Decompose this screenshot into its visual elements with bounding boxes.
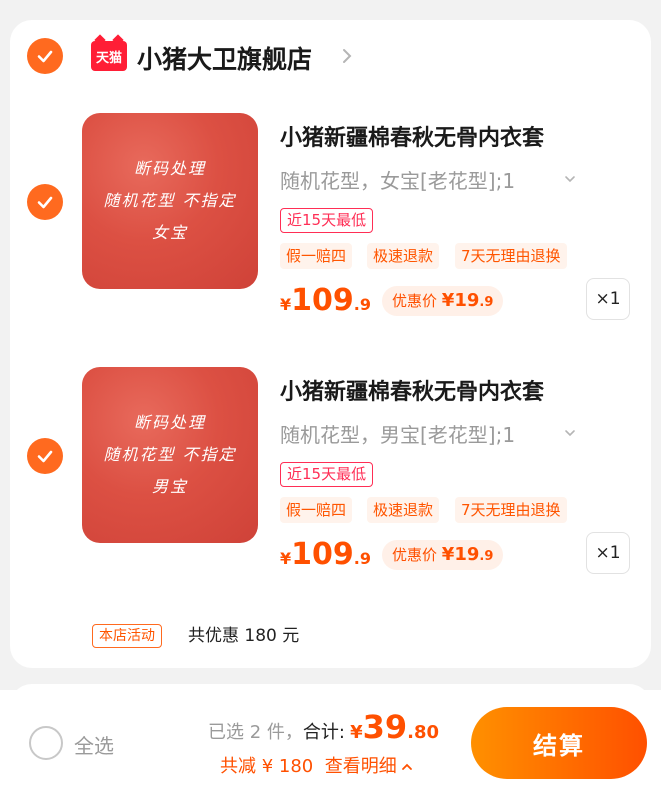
checkout-button[interactable]: 结算 <box>471 707 647 779</box>
service-tag: 假一赔四 <box>280 243 353 269</box>
promo-label: 优惠价 <box>392 546 438 564</box>
service-tag: 假一赔四 <box>280 497 353 523</box>
promo-price: 优惠价 ¥19.9 <box>382 540 504 570</box>
shop-activity-tag[interactable]: 本店活动 <box>92 624 162 648</box>
thumbnail-line: 随机花型 不指定 <box>103 191 237 210</box>
shop-activity-discount: 共优惠 180 元 <box>188 626 300 646</box>
total-currency: ¥ <box>350 722 363 743</box>
checkmark-icon <box>37 450 53 463</box>
order-summary: 已选 2 件，合计: ¥39.80 <box>208 708 439 746</box>
lowest-price-badge: 近15天最低 <box>280 208 374 233</box>
promo-integer: 19 <box>454 544 480 565</box>
promo-price: 优惠价 ¥19.9 <box>382 286 504 316</box>
quantity-stepper[interactable]: ×1 <box>586 532 630 574</box>
checkmark-icon <box>37 196 53 209</box>
select-all-label[interactable]: 全选 <box>74 730 114 759</box>
promo-currency: ¥ <box>441 544 455 565</box>
promo-currency: ¥ <box>441 290 455 311</box>
product-spec-selector[interactable]: 随机花型，女宝[老花型];1 <box>280 165 580 194</box>
total-label: 合计: <box>302 722 345 743</box>
chevron-right-icon[interactable] <box>340 47 354 65</box>
service-tag: 7天无理由退换 <box>455 243 567 269</box>
chevron-down-icon[interactable] <box>564 174 576 184</box>
price-currency: ¥ <box>280 295 292 314</box>
product-thumbnail[interactable]: 断码处理 随机花型 不指定 男宝 <box>82 367 258 543</box>
select-all-checkbox[interactable] <box>29 726 63 760</box>
shop-select-checkbox[interactable] <box>27 38 63 74</box>
price-decimal: .9 <box>353 295 371 314</box>
discount-summary[interactable]: 共减 ¥ 180 查看明细 <box>220 752 413 778</box>
thumbnail-line: 随机花型 不指定 <box>103 445 237 464</box>
quantity-stepper[interactable]: ×1 <box>586 278 630 320</box>
price-integer: 109 <box>291 537 354 572</box>
promo-decimal: .9 <box>479 295 494 310</box>
thumbnail-line: 断码处理 <box>133 413 206 432</box>
thumbnail-line: 男宝 <box>151 477 188 496</box>
promo-integer: 19 <box>454 290 480 311</box>
product-thumbnail[interactable]: 断码处理 随机花型 不指定 女宝 <box>82 113 258 289</box>
item-select-checkbox[interactable] <box>27 184 63 220</box>
tmall-logo-text: 天猫 <box>95 50 122 66</box>
item-select-checkbox[interactable] <box>27 438 63 474</box>
checkmark-icon <box>37 50 53 63</box>
chevron-down-icon[interactable] <box>564 428 576 438</box>
service-tag: 7天无理由退换 <box>455 497 567 523</box>
total-integer: 39 <box>362 708 408 746</box>
promo-decimal: .9 <box>479 549 494 564</box>
service-tag: 极速退款 <box>367 243 440 269</box>
shop-name[interactable]: 小猪大卫旗舰店 <box>137 40 312 76</box>
total-decimal: .80 <box>407 722 440 743</box>
price-integer: 109 <box>291 283 354 318</box>
checkout-bar: 全选 已选 2 件，合计: ¥39.80 共减 ¥ 180 查看明细 结算 <box>0 690 661 800</box>
price-decimal: .9 <box>353 549 371 568</box>
tmall-logo: 天猫 <box>91 41 127 71</box>
product-price: ¥109.9 <box>280 283 371 318</box>
promo-label: 优惠价 <box>392 292 438 310</box>
product-spec-selector[interactable]: 随机花型，男宝[老花型];1 <box>280 419 580 448</box>
service-tag: 极速退款 <box>367 497 440 523</box>
view-detail-link[interactable]: 查看明细 <box>325 756 397 777</box>
product-title[interactable]: 小猪新疆棉春秋无骨内衣套 <box>280 120 544 152</box>
product-price: ¥109.9 <box>280 537 371 572</box>
thumbnail-line: 女宝 <box>151 223 188 242</box>
price-currency: ¥ <box>280 549 292 568</box>
chevron-up-icon[interactable] <box>401 762 413 772</box>
product-title[interactable]: 小猪新疆棉春秋无骨内衣套 <box>280 374 544 406</box>
selected-count: 已选 2 件， <box>208 722 303 743</box>
total-saving: 共减 ¥ 180 <box>220 756 314 777</box>
thumbnail-line: 断码处理 <box>133 159 206 178</box>
lowest-price-badge: 近15天最低 <box>280 462 374 487</box>
